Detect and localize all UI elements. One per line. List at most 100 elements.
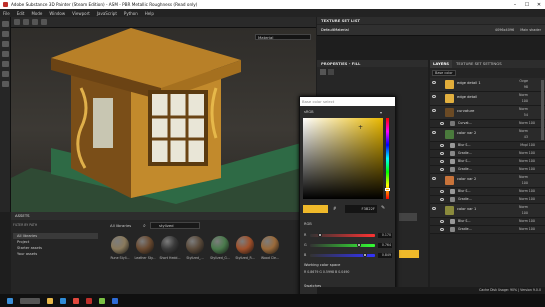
base-color-swatch[interactable] xyxy=(399,250,419,258)
visibility-eye-icon[interactable] xyxy=(432,207,436,210)
layer-row[interactable]: edge detail 1 Ovge 98 xyxy=(430,78,545,92)
menu-help[interactable]: Help xyxy=(145,11,154,16)
green-knob[interactable] xyxy=(357,243,361,247)
effect-row[interactable]: Gradie... Norm 100 xyxy=(430,226,545,234)
hue-slider[interactable] xyxy=(386,118,389,199)
smudge-tool-icon[interactable] xyxy=(2,61,9,67)
assets-search-input[interactable]: stylized xyxy=(150,222,200,229)
layer-opacity[interactable]: 54 xyxy=(508,113,528,117)
material-thumbnail[interactable] xyxy=(161,236,179,254)
start-icon[interactable] xyxy=(7,297,13,304)
fill-tab-icon[interactable] xyxy=(320,69,326,75)
toolbar-icon[interactable] xyxy=(14,19,20,25)
menu-mode[interactable]: Mode xyxy=(31,11,42,16)
app-icon[interactable] xyxy=(99,297,105,304)
color-picker-search[interactable]: Base color select xyxy=(300,97,395,106)
eraser-tool-icon[interactable] xyxy=(2,31,9,37)
visibility-eye-icon[interactable] xyxy=(440,152,444,155)
paint-tool-icon[interactable] xyxy=(2,21,9,27)
edge-icon[interactable] xyxy=(60,297,66,304)
visibility-eye-icon[interactable] xyxy=(440,190,444,193)
visibility-eye-icon[interactable] xyxy=(440,228,444,231)
visibility-eye-icon[interactable] xyxy=(432,95,436,98)
red-knob[interactable] xyxy=(318,233,322,237)
hex-input[interactable]: F3B22F xyxy=(345,205,377,213)
layer-row[interactable]: curvature Norm 54 xyxy=(430,106,545,120)
layer-opacity[interactable]: 100 xyxy=(523,219,535,223)
chrome-icon[interactable] xyxy=(73,297,79,304)
picker-settings-icon[interactable]: ▾ xyxy=(380,110,382,115)
layer-blend-mode[interactable]: Norm xyxy=(508,107,528,111)
color-button[interactable] xyxy=(399,213,417,221)
3d-viewport[interactable] xyxy=(11,28,316,212)
toolbar-icon[interactable] xyxy=(23,19,29,25)
material-thumbnail[interactable] xyxy=(186,236,204,254)
effect-row[interactable]: Blur S... Norm 100 xyxy=(430,218,545,226)
layer-opacity[interactable]: 100 xyxy=(523,197,535,201)
material-thumbnail[interactable] xyxy=(111,236,129,254)
green-value[interactable]: 0.764 xyxy=(378,243,392,248)
layer-blend-mode[interactable]: Norm xyxy=(508,93,528,97)
assets-breadcrumb[interactable]: All libraries xyxy=(110,223,131,228)
app-icon[interactable] xyxy=(112,297,118,304)
menu-python[interactable]: Python xyxy=(124,11,138,16)
visibility-eye-icon[interactable] xyxy=(440,168,444,171)
layer-blend-mode[interactable]: Norm xyxy=(508,205,528,209)
visibility-eye-icon[interactable] xyxy=(440,198,444,201)
layer-row[interactable]: color var 2 Norm 43 xyxy=(430,128,545,142)
tab-texture-set-settings[interactable]: TEXTURE SET SETTINGS xyxy=(452,60,506,68)
visibility-eye-icon[interactable] xyxy=(440,160,444,163)
viewport-mode-select[interactable]: Material xyxy=(255,34,311,40)
blue-knob[interactable] xyxy=(363,253,367,257)
effect-row[interactable]: Blur S... Mxpl 100 xyxy=(430,142,545,150)
picker-tool-icon[interactable] xyxy=(2,81,9,87)
painter-icon[interactable] xyxy=(86,297,92,304)
menu-viewport[interactable]: Viewport xyxy=(72,11,90,16)
visibility-eye-icon[interactable] xyxy=(432,81,436,84)
material-tab-icon[interactable] xyxy=(328,69,334,75)
menu-javascript[interactable]: JavaScript xyxy=(97,11,117,16)
layer-opacity[interactable]: 100 xyxy=(523,227,535,231)
layer-opacity[interactable]: 100 xyxy=(508,181,528,185)
layer-opacity[interactable]: 100 xyxy=(508,99,528,103)
texture-set-item[interactable]: DefaultMaterial 4096x4096 Main shader xyxy=(317,25,545,35)
eyedropper-icon[interactable]: ✎ xyxy=(381,205,385,211)
visibility-eye-icon[interactable] xyxy=(440,122,444,125)
visibility-eye-icon[interactable] xyxy=(440,220,444,223)
maximize-button[interactable]: ☐ xyxy=(521,2,533,8)
layer-opacity[interactable]: 100 xyxy=(508,211,528,215)
green-slider[interactable] xyxy=(310,244,375,247)
visibility-eye-icon[interactable] xyxy=(440,144,444,147)
blue-value[interactable]: 0.849 xyxy=(378,253,392,258)
clone-tool-icon[interactable] xyxy=(2,71,9,77)
layer-opacity[interactable]: 43 xyxy=(508,135,528,139)
sidebar-item-your-assets[interactable]: Your assets xyxy=(13,251,98,257)
layer-blend-mode[interactable]: Norm xyxy=(508,129,528,133)
effect-row[interactable]: Blur S... Norm 100 xyxy=(430,188,545,196)
layer-row[interactable]: edge detail Norm 100 xyxy=(430,92,545,106)
layer-row[interactable]: color var 1 Norm 100 xyxy=(430,204,545,218)
layer-opacity[interactable]: 100 xyxy=(523,151,535,155)
toolbar-icon[interactable] xyxy=(41,19,47,25)
effect-row[interactable]: Gradie... Norm 100 xyxy=(430,196,545,204)
visibility-eye-icon[interactable] xyxy=(432,177,436,180)
layer-opacity[interactable]: 100 xyxy=(523,143,535,147)
layer-opacity[interactable]: 100 xyxy=(523,189,535,193)
material-thumbnail[interactable] xyxy=(136,236,154,254)
taskbar-search-icon[interactable] xyxy=(20,297,40,304)
rgb-mode-label[interactable]: RGB xyxy=(304,222,312,226)
layer-row[interactable]: color var 2 Norm 100 xyxy=(430,174,545,188)
layer-blend-mode[interactable]: Ovge xyxy=(508,79,528,83)
material-thumbnail[interactable] xyxy=(236,236,254,254)
file-explorer-icon[interactable] xyxy=(47,297,53,304)
minimize-button[interactable]: – xyxy=(509,2,521,8)
visibility-eye-icon[interactable] xyxy=(432,109,436,112)
saturation-value-field[interactable] xyxy=(303,118,383,199)
toolbar-icon[interactable] xyxy=(32,19,38,25)
red-value[interactable]: 0.170 xyxy=(378,233,392,238)
layer-opacity[interactable]: 100 xyxy=(523,167,535,171)
layer-opacity[interactable]: 100 xyxy=(523,159,535,163)
close-button[interactable]: ✕ xyxy=(533,2,545,8)
effect-row[interactable]: Curvat... Norm 100 xyxy=(430,120,545,128)
layer-opacity[interactable]: 100 xyxy=(523,121,535,125)
